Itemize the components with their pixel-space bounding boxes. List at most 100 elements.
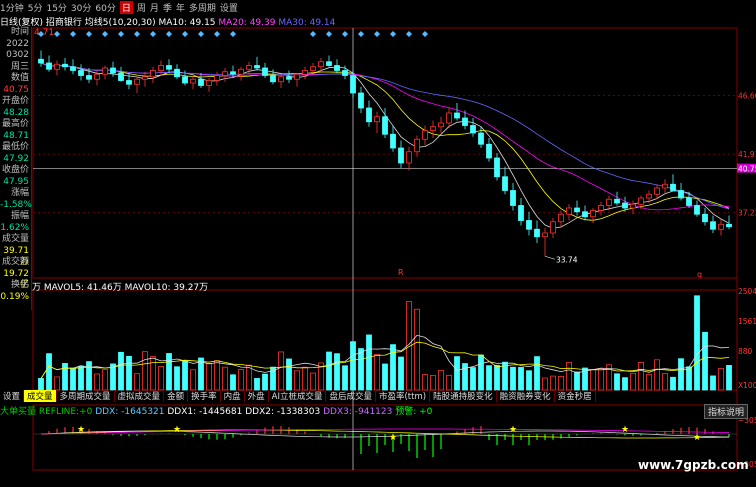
low-marker-line <box>544 255 556 260</box>
price-axis-label-0: 46.60 <box>738 92 756 101</box>
price-axis-label-2: 40.75 <box>738 165 756 174</box>
volume-bar <box>326 351 332 391</box>
alert-value: 预警: +0 <box>395 407 433 417</box>
volume-bar <box>342 365 348 391</box>
signal-diamond <box>342 31 348 37</box>
signal-diamond <box>230 31 236 37</box>
volume-bar <box>726 365 732 391</box>
signal-diamond <box>390 31 396 37</box>
candle-body <box>182 76 188 84</box>
indicator-help-button[interactable]: 指标说明 <box>704 404 749 419</box>
indicator-tab-4[interactable]: 金额 <box>164 390 189 402</box>
candle-body <box>550 221 556 234</box>
volume-bar <box>126 355 132 391</box>
volume-bar <box>422 374 428 391</box>
indicator-tab-2[interactable]: 多周期成交量 <box>57 390 115 402</box>
signal-diamond <box>374 31 380 37</box>
volume-bar <box>694 295 700 391</box>
volume-bar <box>182 360 188 391</box>
indicator-tab-3[interactable]: 虚拟成交量 <box>115 390 165 402</box>
indicator-tab-8[interactable]: AI立桩成交量 <box>269 390 327 402</box>
indicator-tab-11[interactable]: 陆股通持股变化 <box>430 390 497 402</box>
volume-bar <box>118 351 124 391</box>
candle-body <box>438 122 444 128</box>
candle-body <box>126 80 132 85</box>
volume-bar <box>142 351 148 391</box>
volume-bar <box>478 354 484 391</box>
volume-bar <box>566 361 572 391</box>
candle-body <box>270 75 276 83</box>
volume-bar <box>286 358 292 391</box>
candle-body <box>54 63 60 70</box>
volume-bar <box>678 358 684 391</box>
volume-bar <box>190 369 196 391</box>
volume-bar <box>230 374 236 391</box>
volume-bar <box>310 372 316 391</box>
candle-body <box>310 66 316 71</box>
candle-body <box>646 193 652 199</box>
volume-bar <box>54 376 60 391</box>
volume-bar <box>614 373 620 391</box>
candle-body <box>254 65 260 69</box>
volume-bar <box>102 369 108 391</box>
volume-bar <box>382 363 388 391</box>
indicator-tab-7[interactable]: 外盘 <box>245 390 269 402</box>
volume-bar <box>78 365 84 391</box>
candle-body <box>334 65 340 71</box>
indicator-tab-12[interactable]: 融资融券变化 <box>497 390 555 402</box>
candle-body <box>94 73 100 80</box>
volume-bar <box>662 373 668 391</box>
indicator-tab-10[interactable]: 市盈率(ttm) <box>376 390 431 402</box>
star-icon: ★ <box>621 425 629 435</box>
candle-body <box>518 205 524 221</box>
candle-body <box>38 58 44 64</box>
candle-body <box>350 75 356 94</box>
volume-bar <box>38 378 44 391</box>
candle-body <box>526 220 532 230</box>
candle-body <box>286 76 292 80</box>
candle-body <box>86 75 92 80</box>
signal-diamond <box>54 31 60 37</box>
indicator-tab-0[interactable]: 设置 <box>0 390 25 402</box>
signal-diamond <box>214 31 220 37</box>
volume-bar <box>278 351 284 391</box>
candle-body <box>342 70 348 76</box>
candle-body <box>414 138 420 153</box>
candle-body <box>502 176 508 191</box>
star-icon: ★ <box>173 425 181 435</box>
candle-body <box>382 116 388 135</box>
indicator-tab-9[interactable]: 盘后成交量 <box>326 390 376 402</box>
candle-body <box>574 207 580 213</box>
candle-body <box>462 117 468 126</box>
candle-body <box>78 70 84 76</box>
candle-body <box>390 133 396 149</box>
candle-body <box>62 63 68 68</box>
candle-body <box>326 61 332 66</box>
signal-diamond <box>134 31 140 37</box>
signal-diamond <box>422 31 428 37</box>
indicator-tab-13[interactable]: 资金秒居 <box>555 390 596 402</box>
candle-body <box>702 213 708 223</box>
volume-bar <box>622 377 628 391</box>
volume-bar <box>262 373 268 391</box>
candle-body <box>230 71 236 75</box>
volume-bar <box>94 373 100 391</box>
ddx-name: 大单买量 REFLINE:+0 <box>0 407 93 417</box>
candle-body <box>582 211 588 218</box>
indicator-tab-1[interactable]: 成交量 <box>24 390 57 402</box>
indicator-tab-6[interactable]: 内盘 <box>221 390 245 402</box>
volume-bar <box>350 341 356 391</box>
ddx-legend: 大单买量 REFLINE:+0 DDX: -1645321 DDX1: -144… <box>0 404 432 417</box>
price-axis-label-3: 37.23 <box>738 209 756 218</box>
candle-body <box>606 198 612 206</box>
volume-bar <box>454 356 460 391</box>
price-axis-label-1: 41.91 <box>738 150 756 159</box>
candle-body <box>446 112 452 124</box>
indicator-tab-5[interactable]: 换手率 <box>188 390 221 402</box>
volume-bar <box>542 377 548 391</box>
volume-bar <box>510 366 516 391</box>
candle-body <box>206 80 212 86</box>
volume-bar <box>214 360 220 391</box>
star-icon: ★ <box>509 425 517 435</box>
volume-bar <box>86 361 92 391</box>
